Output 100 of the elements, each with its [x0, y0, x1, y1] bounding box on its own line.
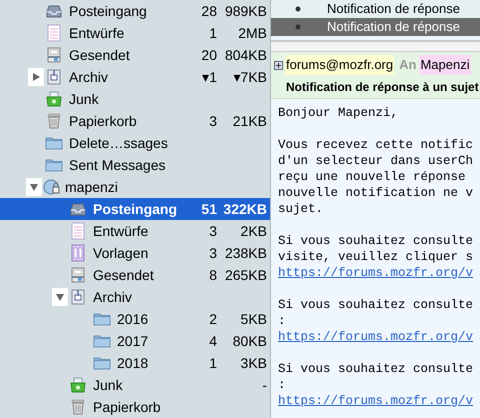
body-line: Si vous souhaitez consulte	[278, 233, 474, 249]
unread-count: 4	[209, 332, 217, 350]
junk-bin-icon	[69, 376, 87, 394]
folder-size: 804KB	[224, 46, 267, 64]
unread-count: 3	[209, 222, 217, 240]
outbox-tray-icon	[69, 266, 87, 284]
folder-row[interactable]: Archiv	[0, 286, 270, 308]
folder-row[interactable]: 2017 4 80KB	[0, 330, 270, 352]
folder-row[interactable]: Entwürfe 3 2KB	[0, 220, 270, 242]
unread-count: 28	[201, 2, 217, 20]
folder-size: 2MB	[238, 24, 267, 42]
junk-bin-icon	[45, 90, 63, 108]
unread-count: 1	[209, 354, 217, 372]
folder-name: Papierkorb	[93, 398, 161, 417]
folder-row[interactable]: 2016 2 5KB	[0, 308, 270, 330]
folder-name: Gesendet	[69, 46, 130, 64]
folder-name: Junk	[69, 90, 99, 108]
unread-count: 20	[201, 46, 217, 64]
body-line: reçu une nouvelle réponse	[278, 169, 467, 185]
body-line: :	[278, 377, 287, 393]
folder-name: Papierkorb	[69, 112, 137, 131]
trash-can-icon	[69, 398, 87, 416]
body-line: sujet.	[278, 201, 324, 217]
notepad-icon	[45, 24, 63, 42]
message-row[interactable]: Notification de réponse	[271, 0, 480, 18]
folder-name: Delete…ssages	[69, 134, 168, 153]
folder-size: 238KB	[224, 244, 267, 262]
folder-name: mapenzi	[65, 178, 118, 197]
unread-count: 8	[209, 266, 217, 284]
folder-name: 2016	[117, 310, 148, 328]
unread-count: 3	[209, 244, 217, 262]
folder-row[interactable]: 2018 1 3KB	[0, 352, 270, 374]
collapse-arrow-icon[interactable]	[29, 182, 39, 192]
body-line: Vous recevez cette notific	[278, 137, 474, 153]
bullet-icon	[295, 24, 301, 30]
body-line: Si vous souhaitez consulte	[278, 297, 474, 313]
folder-row[interactable]: Junk -	[0, 374, 270, 396]
message-row[interactable]: Notification de réponse	[271, 18, 480, 36]
folder-row[interactable]: Entwürfe 1 2MB	[0, 22, 270, 44]
folder-row[interactable]: Vorlagen 3 238KB	[0, 242, 270, 264]
template-icon	[69, 244, 87, 262]
folder-row[interactable]: Gesendet 8 265KB	[0, 264, 270, 286]
archive-box-icon	[69, 288, 87, 306]
bullet-icon	[295, 6, 301, 12]
folder-size: 80KB	[232, 332, 267, 350]
folder-size: 265KB	[224, 266, 267, 284]
folder-row[interactable]: Posteingang 51 322KB	[0, 198, 270, 220]
expand-icon[interactable]	[274, 60, 283, 70]
expand-arrow-icon[interactable]	[31, 72, 41, 82]
folder-row[interactable]: Papierkorb	[0, 396, 270, 418]
unread-count: ▾1	[202, 68, 217, 86]
collapse-arrow-icon[interactable]	[55, 292, 65, 302]
folder-name: 2018	[117, 354, 148, 372]
folder-name: Gesendet	[93, 266, 154, 284]
unread-count: 51	[201, 200, 217, 218]
body-line: visite, veuillez cliquer s	[278, 249, 474, 265]
folder-size: 3KB	[240, 354, 267, 372]
body-line: :	[278, 313, 287, 329]
trash-can-icon	[45, 112, 63, 130]
folder-name: Junk	[93, 376, 123, 394]
folder-name: Posteingang	[93, 200, 178, 219]
recipient-name[interactable]: Mapenzi	[419, 55, 471, 75]
folder-row[interactable]: Posteingang 28 989KB	[0, 0, 270, 22]
folder-name: Entwürfe	[93, 222, 148, 240]
folder-row[interactable]: Delete…ssages	[0, 132, 270, 154]
sender-address[interactable]: forums@mozfr.org	[285, 55, 394, 75]
folder-size: -	[262, 376, 267, 394]
folder-name: Sent Messages	[69, 156, 166, 175]
folder-name: Archiv	[93, 288, 132, 306]
folder-size: 21KB	[232, 112, 267, 130]
folder-size: 989KB	[224, 2, 267, 20]
unread-count: 1	[209, 24, 217, 42]
message-subject-heading: Notification de réponse à un sujet	[285, 79, 480, 96]
unread-count: 3	[209, 112, 217, 130]
folder-name: 2017	[117, 332, 148, 350]
body-line: Si vous souhaitez consulte	[278, 361, 474, 377]
body-line: Bonjour Mapenzi,	[278, 105, 400, 121]
folder-size: 5KB	[240, 310, 267, 328]
folder-row[interactable]: Sent Messages	[0, 154, 270, 176]
folder-size: ▾7KB	[234, 68, 267, 86]
folder-name: Posteingang	[69, 2, 147, 21]
body-line: nouvelle notification ne v	[278, 185, 474, 201]
link[interactable]: https://forums.mozfr.org/v	[278, 394, 474, 408]
folder-name: Entwürfe	[69, 24, 124, 42]
account-globe-icon	[43, 178, 61, 196]
folder-name: Vorlagen	[93, 244, 148, 263]
folder-size: 322KB	[223, 200, 267, 218]
folder-row[interactable]: Archiv ▾1 ▾7KB	[0, 66, 270, 88]
folder-row[interactable]: Papierkorb 3 21KB	[0, 110, 270, 132]
link[interactable]: https://forums.mozfr.org/v	[278, 330, 474, 344]
folder-name: Archiv	[69, 68, 108, 86]
folder-row[interactable]: Junk	[0, 88, 270, 110]
folder-row[interactable]: Gesendet 20 804KB	[0, 44, 270, 66]
notepad-icon	[69, 222, 87, 240]
unread-count: 2	[209, 310, 217, 328]
recipient-label: An	[399, 56, 416, 74]
folder-size: 2KB	[240, 222, 267, 240]
message-subject: Notification de réponse	[327, 0, 460, 18]
link[interactable]: https://forums.mozfr.org/v	[278, 266, 474, 280]
folder-row[interactable]: mapenzi	[0, 176, 270, 198]
